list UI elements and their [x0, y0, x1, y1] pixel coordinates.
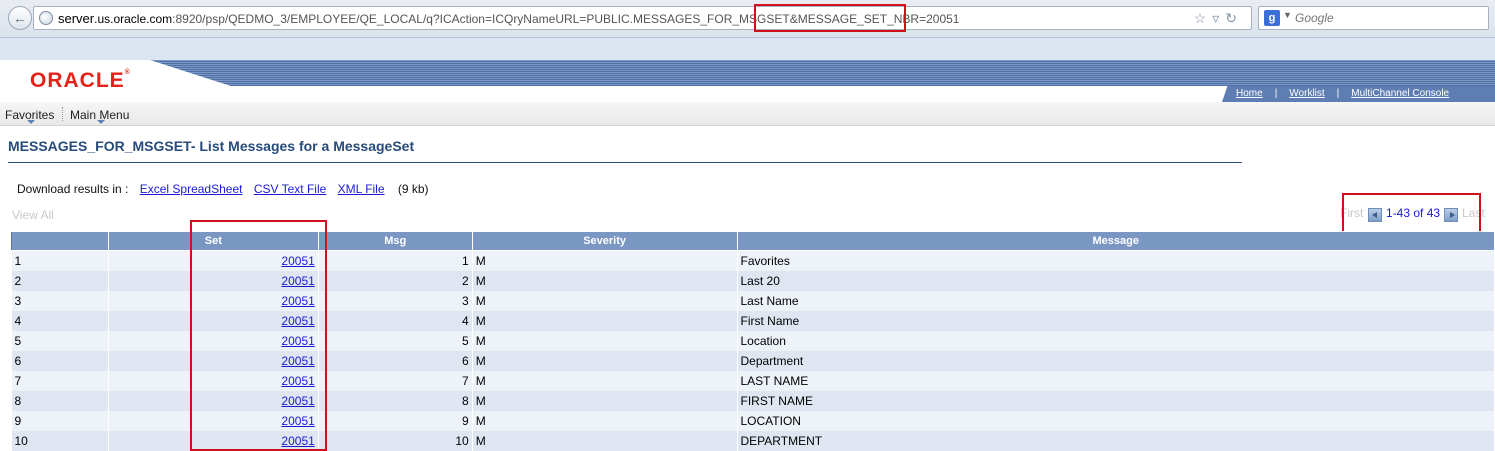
msg-cell: 7 [318, 370, 473, 391]
row-number: 1 [11, 250, 109, 271]
xml-download-link[interactable]: XML File [338, 182, 385, 196]
excel-download-link[interactable]: Excel SpreadSheet [140, 182, 243, 196]
oracle-logo: ORACLE® [30, 69, 131, 92]
message-cell: Favorites [737, 250, 1495, 271]
row-number: 5 [11, 330, 109, 351]
severity-cell: M [472, 330, 738, 351]
url-actions: ☆▿↻ [1194, 10, 1243, 27]
bookmark-star-icon[interactable]: ☆ [1194, 10, 1213, 26]
reload-icon[interactable]: ↻ [1225, 10, 1243, 26]
severity-cell: M [472, 390, 738, 411]
header-band [150, 60, 1495, 86]
msg-cell: 5 [318, 330, 473, 351]
search-box[interactable]: g ▼ Google [1258, 6, 1489, 30]
tab-strip [0, 38, 1495, 60]
message-cell: Location [737, 330, 1495, 351]
row-number: 9 [11, 410, 109, 431]
browser-toolbar: ← server.us.oracle.com:8920/psp/QEDMO_3/… [0, 0, 1495, 38]
set-column-highlight [190, 220, 327, 451]
download-row: Download results in : Excel SpreadSheet … [17, 182, 429, 196]
view-all-link[interactable]: View All [12, 208, 54, 222]
dropdown-icon[interactable]: ▿ [1212, 10, 1225, 26]
chevron-down-icon[interactable]: ▼ [1283, 10, 1292, 20]
severity-cell: M [472, 250, 738, 271]
severity-cell: M [472, 350, 738, 371]
msg-cell: 6 [318, 350, 473, 371]
home-link[interactable]: Home [1236, 88, 1263, 99]
row-number: 6 [11, 350, 109, 371]
message-cell: Last 20 [737, 270, 1495, 291]
message-cell: Last Name [737, 290, 1495, 311]
url-param-highlight [754, 4, 906, 32]
url-host: server [58, 11, 95, 26]
url-domain: .us.oracle.com [94, 12, 173, 26]
page-title: MESSAGES_FOR_MSGSET- List Messages for a… [8, 138, 415, 154]
multichannel-console-link[interactable]: MultiChannel Console [1351, 88, 1449, 99]
title-divider [8, 162, 1242, 163]
app-header: ORACLE® Home | Worklist | MultiChannel Conso… [0, 60, 1495, 102]
download-label: Download results in : [17, 182, 129, 196]
row-number: 2 [11, 270, 109, 291]
row-number: 7 [11, 370, 109, 391]
severity-cell: M [472, 310, 738, 331]
severity-cell: M [472, 410, 738, 431]
separator: | [1274, 88, 1278, 99]
message-cell: Department [737, 350, 1495, 371]
worklist-link[interactable]: Worklist [1289, 88, 1324, 99]
column-header-msg[interactable]: Msg [317, 231, 473, 251]
download-size: (9 kb) [397, 182, 429, 196]
column-header-severity[interactable]: Severity [471, 231, 738, 251]
message-cell: FIRST NAME [737, 390, 1495, 411]
severity-cell: M [472, 370, 738, 391]
severity-cell: M [472, 290, 738, 311]
address-bar[interactable]: server.us.oracle.com:8920/psp/QEDMO_3/EM… [33, 4, 1252, 32]
message-cell: LOCATION [737, 410, 1495, 431]
main-menu[interactable]: Main Menu [70, 108, 129, 124]
menu-divider [62, 107, 63, 121]
chevron-down-icon [96, 120, 105, 124]
message-cell: LAST NAME [737, 370, 1495, 391]
severity-cell: M [472, 430, 738, 451]
msg-cell: 2 [318, 270, 473, 291]
msg-cell: 8 [318, 390, 473, 411]
globe-icon [39, 11, 53, 25]
chevron-down-icon [26, 120, 35, 124]
google-icon[interactable]: g [1264, 10, 1280, 26]
header-nav: Home | Worklist | MultiChannel Console [1236, 88, 1449, 99]
severity-cell: M [472, 270, 738, 291]
msg-cell: 1 [318, 250, 473, 271]
msg-cell: 10 [318, 430, 473, 451]
row-number: 10 [11, 430, 109, 451]
menu-bar: Favorites Main Menu [0, 102, 1495, 126]
msg-cell: 4 [318, 310, 473, 331]
row-number: 3 [11, 290, 109, 311]
csv-download-link[interactable]: CSV Text File [254, 182, 326, 196]
message-cell: First Name [737, 310, 1495, 331]
column-header-row [11, 231, 109, 251]
message-cell: DEPARTMENT [737, 430, 1495, 451]
search-placeholder: Google [1295, 11, 1334, 25]
msg-cell: 9 [318, 410, 473, 431]
row-number: 8 [11, 390, 109, 411]
column-header-message[interactable]: Message [736, 231, 1495, 251]
back-arrow-icon[interactable]: ← [8, 6, 32, 30]
msg-cell: 3 [318, 290, 473, 311]
logo-text: ORACLE [30, 69, 125, 92]
separator: | [1336, 88, 1340, 99]
favorites-menu[interactable]: Favorites [5, 108, 54, 124]
row-number: 4 [11, 310, 109, 331]
